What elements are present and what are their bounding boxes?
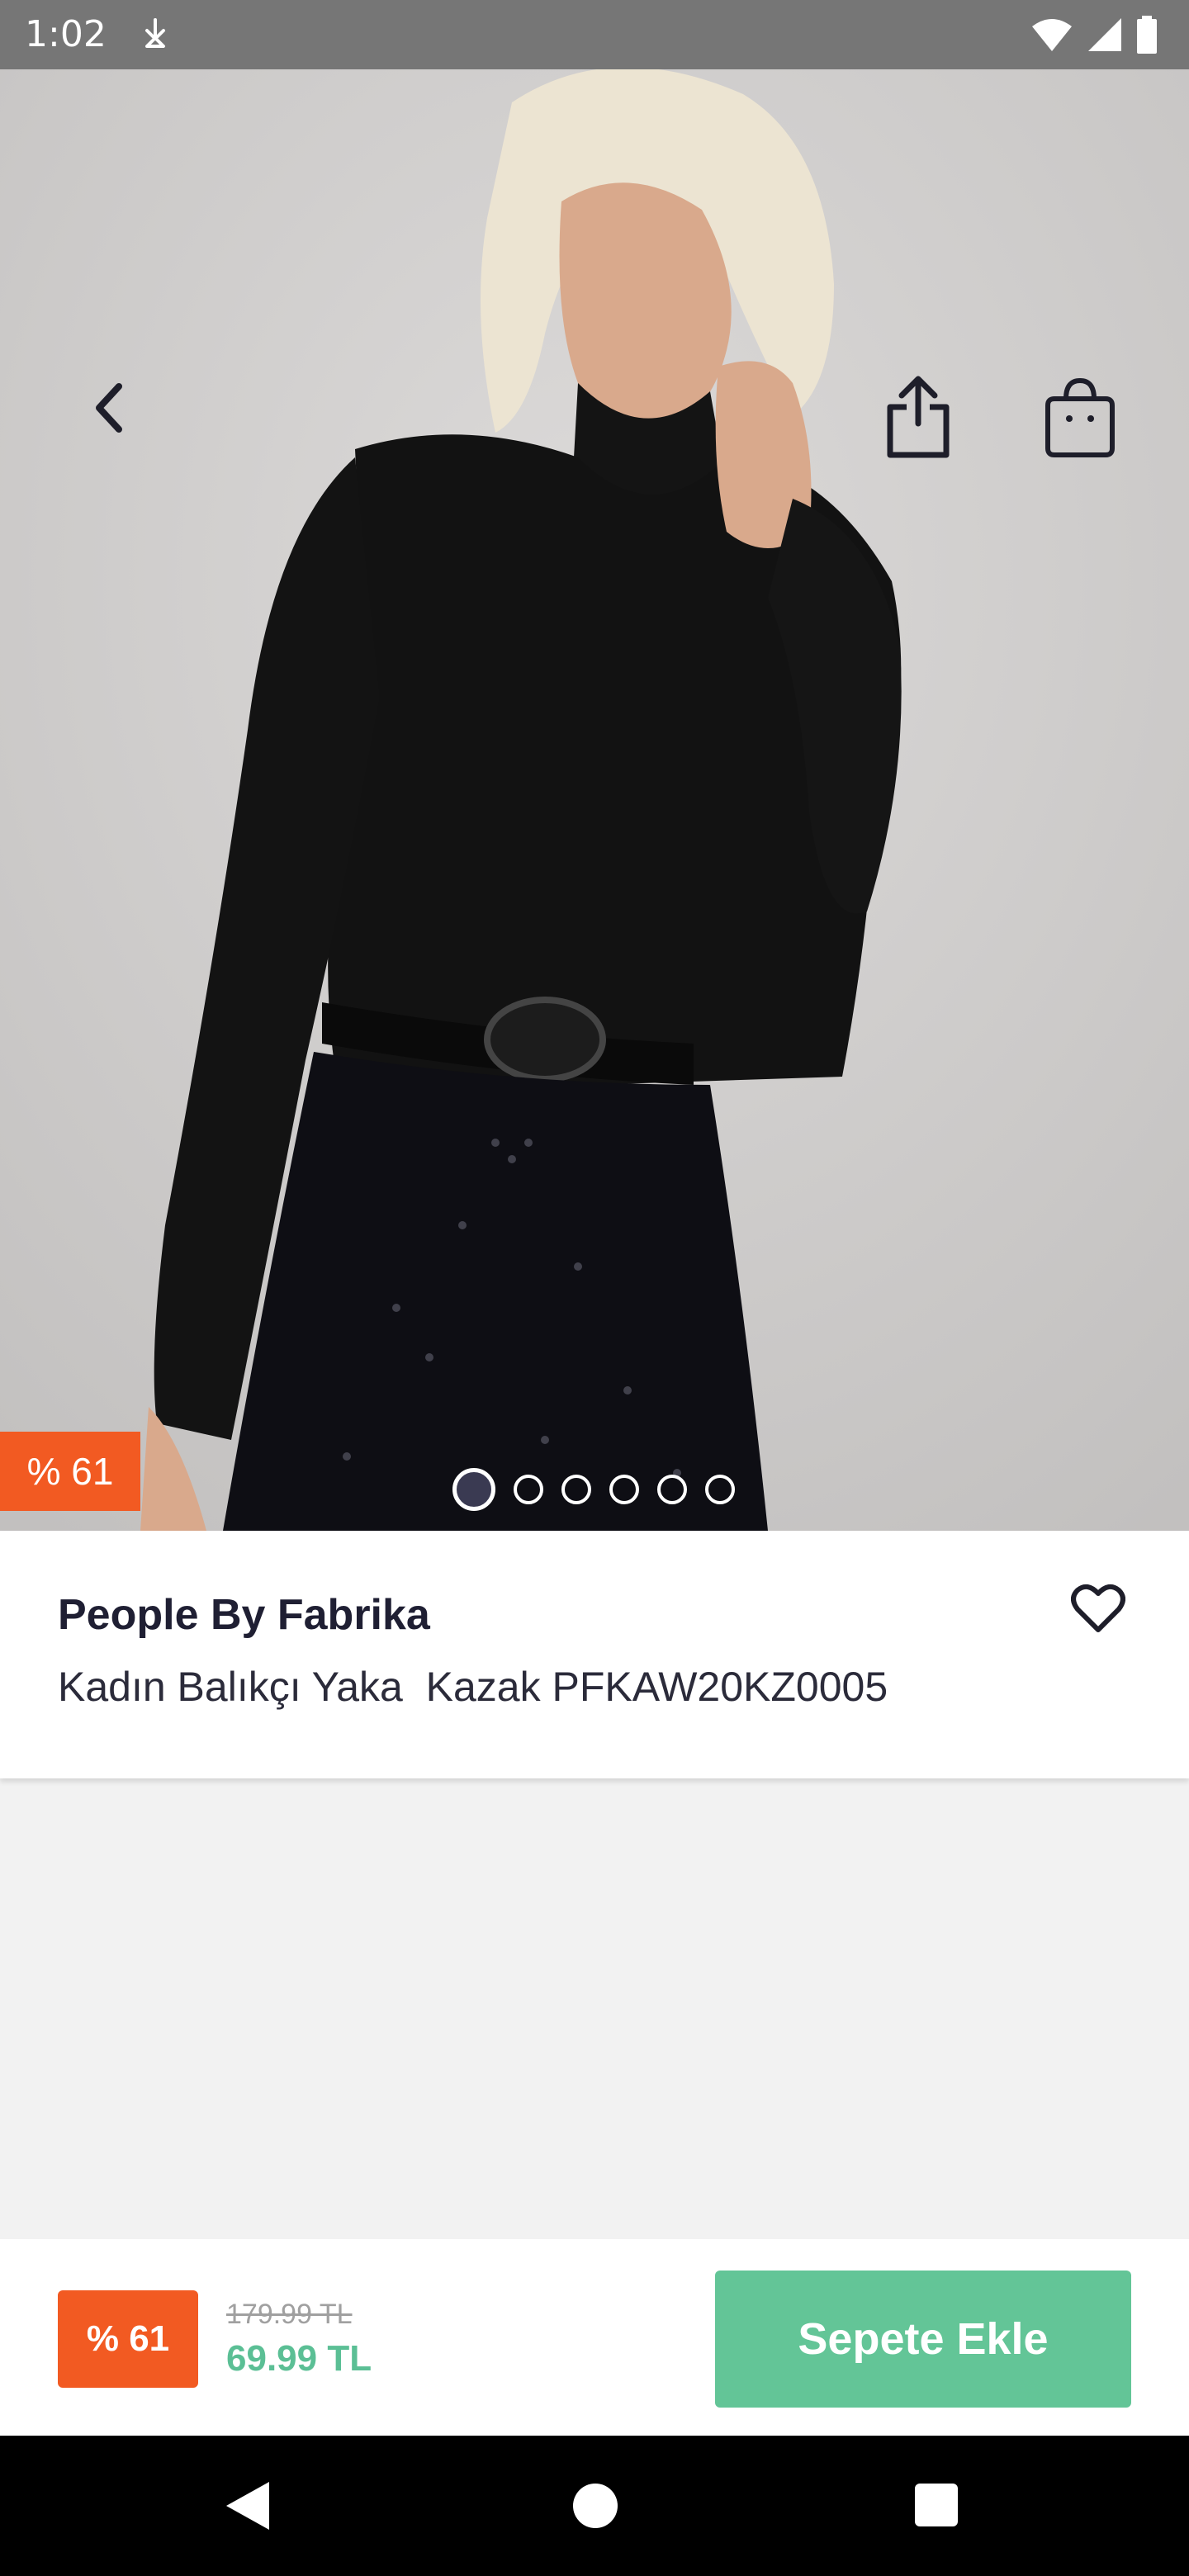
share-icon xyxy=(887,376,950,458)
back-button[interactable] xyxy=(76,375,142,441)
price-discount-badge: % 61 xyxy=(58,2290,198,2388)
status-icons xyxy=(1030,13,1158,56)
gallery-dot-active[interactable] xyxy=(452,1468,495,1511)
gallery-pagination xyxy=(452,1468,735,1511)
product-image-gallery[interactable]: % 61 xyxy=(0,69,1189,1531)
chevron-left-icon xyxy=(96,383,122,433)
add-to-cart-button[interactable]: Sepete Ekle xyxy=(715,2271,1131,2408)
signal-icon xyxy=(1088,18,1121,51)
brand-name[interactable]: People By Fabrika xyxy=(58,1590,430,1640)
current-price: 69.99 TL xyxy=(226,2338,372,2379)
share-button[interactable] xyxy=(879,372,958,462)
old-price: 179.99 TL xyxy=(226,2299,353,2330)
shopping-bag-icon xyxy=(1045,377,1115,457)
discount-badge: % 61 xyxy=(0,1432,140,1511)
gallery-dot[interactable] xyxy=(657,1475,687,1504)
gallery-dot[interactable] xyxy=(609,1475,639,1504)
wifi-icon xyxy=(1032,19,1072,51)
status-time: 1:02 xyxy=(25,13,107,55)
nav-home-icon[interactable] xyxy=(573,2484,618,2528)
product-info-card: People By Fabrika Kadın Balıkçı Yaka Kaz… xyxy=(0,1531,1189,1778)
favorite-button[interactable] xyxy=(1067,1577,1130,1640)
product-name: Kadın Balıkçı Yaka Kazak PFKAW20KZ0005 xyxy=(58,1664,888,1710)
product-detail-screen: 1:02 % 61 People By Fabrika Kadın Balıkç… xyxy=(0,0,1189,2576)
heart-outline-icon xyxy=(1071,1584,1125,1632)
gallery-dot[interactable] xyxy=(514,1475,543,1504)
nav-back-icon[interactable] xyxy=(221,2477,279,2535)
system-navigation-bar xyxy=(0,2436,1189,2576)
cart-button[interactable] xyxy=(1037,375,1123,461)
download-icon xyxy=(145,18,165,48)
battery-icon xyxy=(1137,16,1157,54)
status-bar: 1:02 xyxy=(0,0,1189,69)
purchase-bar: % 61 179.99 TL 69.99 TL Sepete Ekle xyxy=(0,2239,1189,2436)
gallery-dot[interactable] xyxy=(705,1475,735,1504)
product-photo xyxy=(0,69,1189,1531)
gallery-dot[interactable] xyxy=(561,1475,591,1504)
nav-recents-icon[interactable] xyxy=(915,2484,958,2526)
